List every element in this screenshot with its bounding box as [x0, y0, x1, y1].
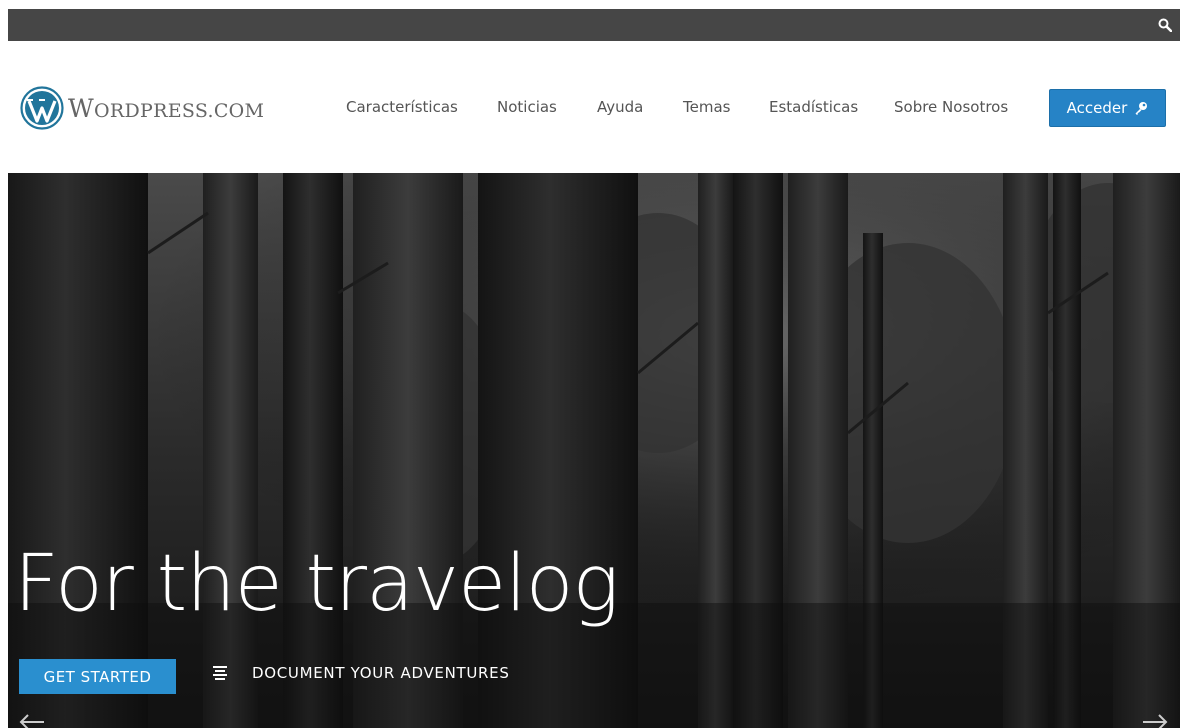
- login-button[interactable]: Acceder: [1049, 89, 1166, 127]
- logo-text-ordpress: ORDPRESS: [94, 100, 208, 122]
- svg-text:WORDPRESS.COM: WORDPRESS.COM: [68, 94, 264, 123]
- logo-text-w: W: [68, 94, 94, 123]
- nav-item-sobre-nosotros[interactable]: Sobre Nosotros: [894, 98, 1008, 116]
- login-label: Acceder: [1066, 99, 1128, 117]
- hero-title: For the travelog: [14, 539, 619, 629]
- nav-item-estadisticas[interactable]: Estadísticas: [769, 98, 858, 116]
- arrow-right-icon[interactable]: [1141, 713, 1169, 728]
- nav-item-temas[interactable]: Temas: [683, 98, 730, 116]
- arrow-left-icon[interactable]: [18, 713, 46, 728]
- key-icon: [1134, 101, 1148, 115]
- hero-slider: For the travelog GET STARTED DOCUMENT YO…: [8, 173, 1180, 728]
- admin-topbar: [8, 9, 1180, 41]
- nav-item-ayuda[interactable]: Ayuda: [597, 98, 643, 116]
- search-button[interactable]: [1150, 9, 1180, 41]
- slide-caption[interactable]: DOCUMENT YOUR ADVENTURES: [212, 664, 510, 682]
- nav-item-caracteristicas[interactable]: Características: [346, 98, 458, 116]
- get-started-button[interactable]: GET STARTED: [19, 659, 176, 694]
- nav-item-noticias[interactable]: Noticias: [497, 98, 557, 116]
- slide-caption-text: DOCUMENT YOUR ADVENTURES: [252, 664, 510, 682]
- site-logo[interactable]: WORDPRESS.COM: [20, 86, 288, 130]
- text-post-icon: [212, 665, 228, 681]
- search-icon: [1158, 18, 1172, 32]
- hero-forest-image: [8, 173, 1180, 728]
- logo-text-com: .COM: [208, 100, 265, 122]
- wordpress-logo-icon: [20, 86, 64, 130]
- logo-wordmark: WORDPRESS.COM: [68, 86, 288, 130]
